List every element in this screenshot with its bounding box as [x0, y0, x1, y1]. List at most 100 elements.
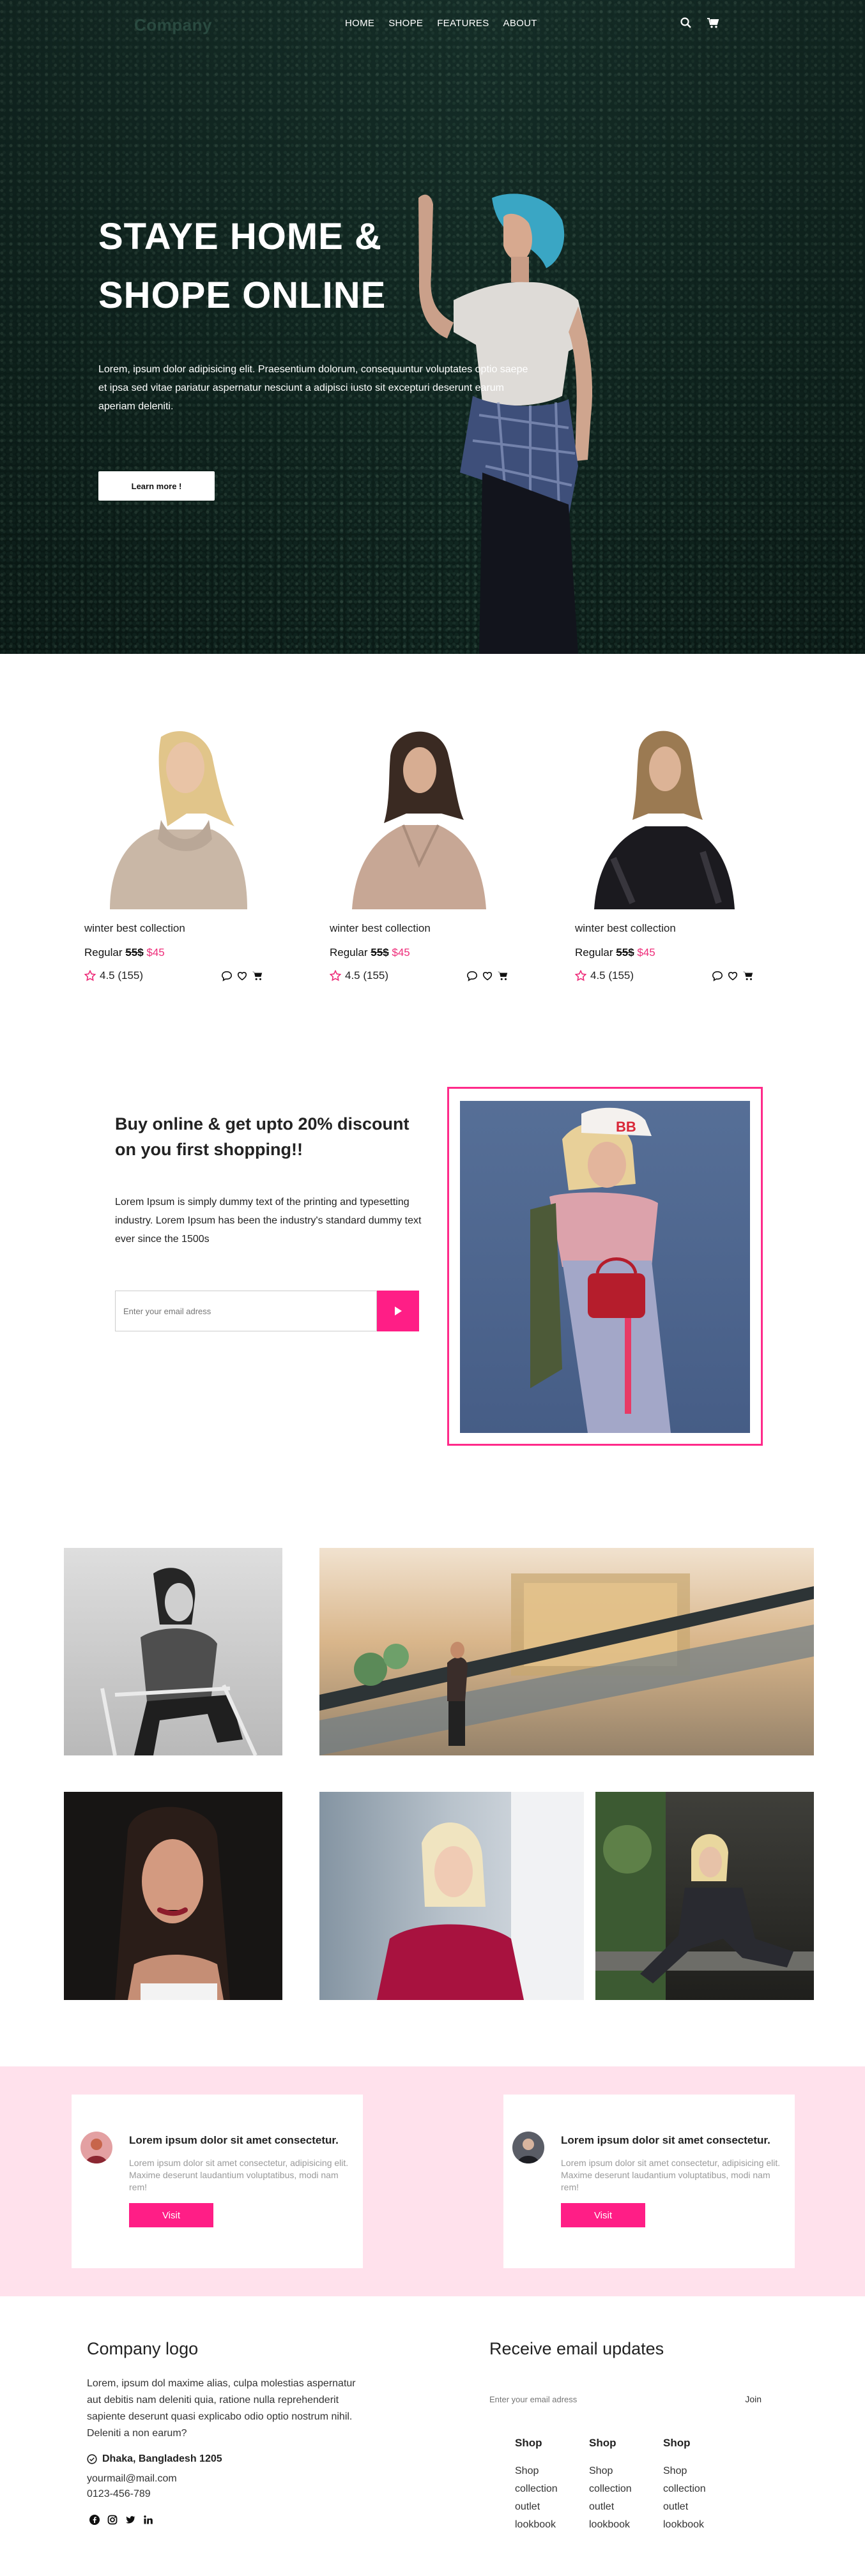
promo-text: Lorem Ipsum is simply dummy text of the …	[115, 1197, 422, 1245]
old-price: 55$	[371, 946, 389, 958]
footer-column-heading: Shop	[663, 2437, 691, 2449]
new-price: $45	[637, 946, 655, 958]
product-actions	[466, 970, 509, 981]
footer-link[interactable]: collection	[515, 2480, 585, 2498]
product-rating: 4.5 (155)	[575, 969, 634, 982]
footer-column: Shop Shop collection outlet lookbook	[515, 2437, 585, 2534]
footer-link[interactable]: Shop	[663, 2462, 733, 2480]
avatar	[80, 2132, 112, 2163]
email-updates-title: Receive email updates	[489, 2339, 664, 2358]
nav-link-about[interactable]: ABOUT	[503, 18, 537, 29]
product-price: Regular 55$ $45	[575, 946, 754, 959]
testimonial-card: Lorem ipsum dolor sit amet consectetur. …	[503, 2095, 795, 2268]
visit-button[interactable]: Visit	[129, 2203, 213, 2227]
promo-submit-button[interactable]	[377, 1291, 419, 1331]
footer-link[interactable]: outlet	[515, 2498, 585, 2516]
cart-icon[interactable]	[707, 17, 719, 29]
price-label: Regular	[84, 946, 123, 958]
footer-link[interactable]: Shop	[515, 2462, 585, 2480]
product-actions	[712, 970, 754, 981]
play-icon	[395, 1307, 402, 1315]
cart-icon[interactable]	[497, 970, 509, 981]
rating-text: 4.5 (155)	[345, 969, 389, 981]
product-rating: 4.5 (155)	[330, 969, 388, 982]
promo-image: BB	[460, 1101, 750, 1433]
footer-link[interactable]: lookbook	[663, 2516, 733, 2534]
footer-email[interactable]: yourmail@mail.com	[87, 2473, 177, 2485]
product-meta: 4.5 (155)	[575, 969, 754, 982]
instagram-icon[interactable]	[107, 2515, 118, 2525]
linkedin-icon[interactable]	[143, 2515, 153, 2525]
footer-link[interactable]: Shop	[589, 2462, 659, 2480]
testimonial-card: Lorem ipsum dolor sit amet consectetur. …	[72, 2095, 363, 2268]
nav-logo[interactable]: Company	[134, 15, 212, 35]
product-meta: 4.5 (155)	[84, 969, 263, 982]
cart-icon[interactable]	[252, 970, 263, 981]
nav-link-home[interactable]: HOME	[345, 18, 374, 29]
gallery-image[interactable]	[64, 1792, 282, 2000]
hero-title: STAYE HOME & SHOPE ONLINE	[98, 216, 387, 316]
gallery-image[interactable]	[595, 1792, 814, 2000]
new-price: $45	[146, 946, 165, 958]
heart-icon[interactable]	[482, 970, 493, 981]
product-image[interactable]	[330, 718, 509, 909]
footer-link[interactable]: collection	[663, 2480, 733, 2498]
footer-about-text: Lorem, ipsum dol maxime alias, culpa mol…	[87, 2378, 356, 2439]
footer-column-heading: Shop	[515, 2437, 542, 2449]
price-label: Regular	[330, 946, 368, 958]
product-card[interactable]: winter best collection Regular 55$ $45 4…	[84, 718, 263, 982]
footer-logo[interactable]: Company logo	[87, 2339, 198, 2359]
gallery-image[interactable]	[319, 1548, 814, 1755]
product-meta: 4.5 (155)	[330, 969, 509, 982]
footer-link[interactable]: lookbook	[515, 2516, 585, 2534]
comment-icon[interactable]	[712, 970, 723, 981]
product-price: Regular 55$ $45	[84, 946, 263, 959]
footer-link[interactable]: lookbook	[589, 2516, 659, 2534]
old-price: 55$	[616, 946, 634, 958]
nav-link-features[interactable]: FEATURES	[437, 18, 489, 29]
product-image[interactable]	[84, 718, 263, 909]
footer-social-links	[89, 2515, 153, 2525]
gallery-image[interactable]	[319, 1792, 584, 2000]
footer-phone[interactable]: 0123-456-789	[87, 2489, 151, 2500]
page: Company HOME SHOPE FEATURES ABOUT STAYE …	[0, 0, 865, 2576]
footer-email-input[interactable]	[489, 2394, 681, 2404]
heart-icon[interactable]	[727, 970, 739, 981]
footer-link[interactable]: outlet	[663, 2498, 733, 2516]
product-rating: 4.5 (155)	[84, 969, 143, 982]
comment-icon[interactable]	[466, 970, 478, 981]
nav-link-shope[interactable]: SHOPE	[388, 18, 423, 29]
new-price: $45	[392, 946, 410, 958]
heart-icon[interactable]	[236, 970, 248, 981]
star-icon	[575, 970, 586, 981]
facebook-icon[interactable]	[89, 2515, 100, 2525]
footer-link[interactable]: outlet	[589, 2498, 659, 2516]
testimonial-title: Lorem ipsum dolor sit amet consectetur.	[129, 2134, 339, 2146]
visit-button[interactable]: Visit	[561, 2203, 645, 2227]
join-button[interactable]: Join	[745, 2394, 762, 2404]
hero-text: Lorem, ipsum dolor adipisicing elit. Pra…	[98, 364, 528, 412]
promo-email-input[interactable]	[115, 1291, 377, 1331]
product-card[interactable]: winter best collection Regular 55$ $45 4…	[330, 718, 509, 982]
search-icon[interactable]	[680, 17, 693, 29]
rating-text: 4.5 (155)	[100, 969, 144, 981]
product-name: winter best collection	[84, 922, 185, 934]
product-actions	[221, 970, 263, 981]
product-card[interactable]: winter best collection Regular 55$ $45 4…	[575, 718, 754, 982]
rating-text: 4.5 (155)	[590, 969, 634, 981]
promo-subscribe-form	[115, 1291, 419, 1331]
product-image[interactable]	[575, 718, 754, 909]
gallery-image[interactable]	[64, 1548, 282, 1755]
footer-column: Shop Shop collection outlet lookbook	[663, 2437, 733, 2534]
old-price: 55$	[125, 946, 144, 958]
footer-address-text: Dhaka, Bangladesh 1205	[102, 2453, 222, 2464]
twitter-icon[interactable]	[125, 2515, 135, 2525]
testimonial-title: Lorem ipsum dolor sit amet consectetur.	[561, 2134, 770, 2146]
cart-icon[interactable]	[742, 970, 754, 981]
footer-link[interactable]: collection	[589, 2480, 659, 2498]
product-name: winter best collection	[575, 922, 676, 934]
comment-icon[interactable]	[221, 970, 233, 981]
learn-more-button[interactable]: Learn more !	[98, 471, 215, 501]
hero-section: Company HOME SHOPE FEATURES ABOUT STAYE …	[0, 0, 865, 654]
product-price: Regular 55$ $45	[330, 946, 509, 959]
